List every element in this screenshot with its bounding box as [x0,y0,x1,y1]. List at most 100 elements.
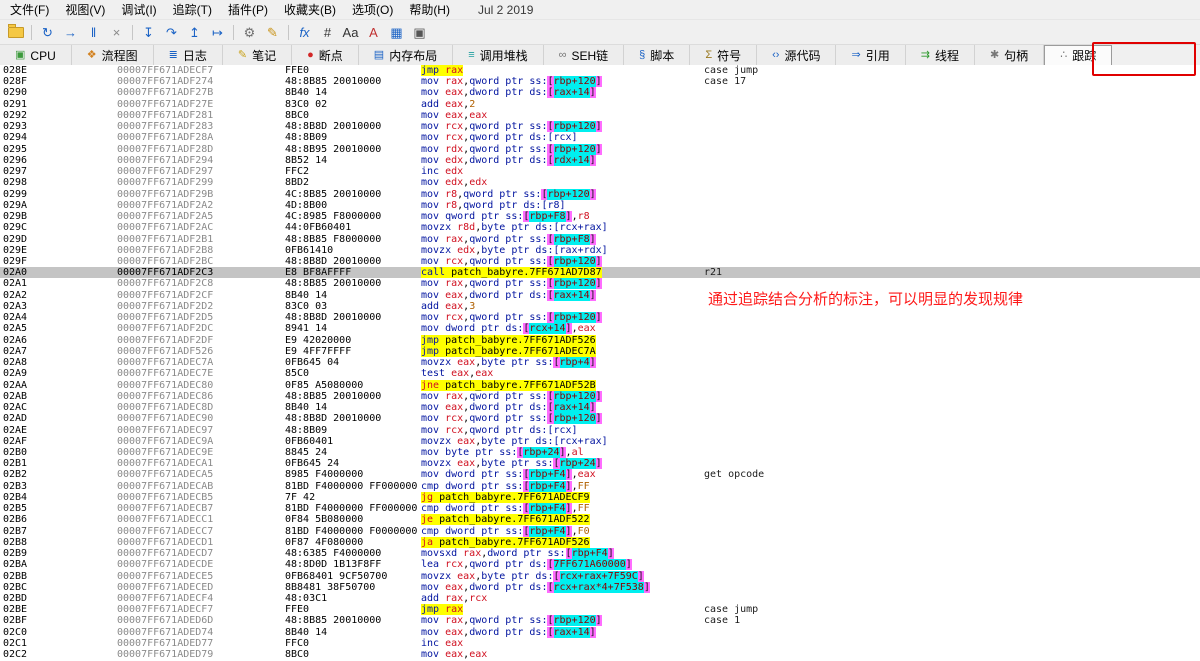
trace-address-cell: 00007FF671ADF2B8 [117,244,214,256]
execute-till-return-icon[interactable]: ↦ [206,22,229,42]
table-row[interactable]: 0291 00007FF671ADF27E 83C0 02 add eax,2 [0,99,1200,110]
memory-grid-icon[interactable]: ▦ [385,22,408,42]
table-row[interactable]: 02B2 00007FF671ADECA5 8985 F4000000 mov dwo… [0,469,1200,481]
window-icon[interactable]: ▣ [408,22,431,42]
pencil-icon[interactable]: ✎ [261,22,284,42]
table-row[interactable]: 029F 00007FF671ADF2BC 48:8B8D 20010000 mov … [0,255,1200,267]
trace-disasm-cell: mov eax,dword ptr ds:[rax+14] [421,402,704,414]
table-row[interactable]: 028E 00007FF671ADECF7 FFE0 jmp rax case jump [0,65,1200,76]
table-row[interactable]: 02B1 00007FF671ADECA1 0FB645 24 movzx eax,b… [0,458,1200,470]
tab-graph[interactable]: ❖ 流程图 [71,45,154,66]
table-row[interactable]: 02AB 00007FF671ADEC86 48:8B85 20010000 mov … [0,390,1200,402]
table-row[interactable]: 02BF 00007FF671ADED6D 48:8B85 20010000 mov … [0,615,1200,627]
table-row[interactable]: 02B7 00007FF671ADECC7 81BD F4000000 F00000… [0,525,1200,537]
settings-gear-icon[interactable]: ⚙ [238,22,261,42]
disasm-token: ds: [529,289,548,301]
table-row[interactable]: 02BB 00007FF671ADECE5 0FB68401 9CF50700 mov… [0,570,1200,582]
tab-log[interactable]: ≣ 日志 [153,45,223,66]
table-row[interactable]: 029E 00007FF671ADF2B8 0FB61410 movzx edx,by… [0,245,1200,256]
table-row[interactable]: 02B4 00007FF671ADECB5 7F 42 jg patch_babyre… [0,491,1200,503]
table-row[interactable]: 0299 00007FF671ADF29B 4C:8B85 20010000 mov … [0,188,1200,200]
table-row[interactable]: 028F 00007FF671ADF274 48:8B85 20010000 mov … [0,76,1200,88]
disasm-token: ss: [499,446,518,458]
table-row[interactable]: 02A8 00007FF671ADEC7A 0FB645 04 movzx eax,b… [0,357,1200,369]
menu-item-file[interactable]: 文件(F) [2,0,57,19]
table-row[interactable]: 02BA 00007FF671ADECDE 48:8D0D 1B13F8FF lea … [0,559,1200,571]
table-row[interactable]: 0292 00007FF671ADF281 8BC0 mov eax,eax [0,110,1200,121]
tab-references[interactable]: ⇒ 引用 [836,45,906,66]
tab-script[interactable]: § 脚本 [624,45,691,66]
menu-item-plugins[interactable]: 插件(P) [220,0,276,19]
table-row[interactable]: 0290 00007FF671ADF27B 8B40 14 mov eax,dword… [0,87,1200,99]
tab-notes[interactable]: ✎ 笔记 [222,45,293,66]
table-row[interactable]: 02AA 00007FF671ADEC80 0F85 A5080000 jne pat… [0,379,1200,391]
disasm-token: patch_babyre.7FF671AD7D87 [451,267,602,279]
table-row[interactable]: 02BD 00007FF671ADECF4 48:03C1 add rax,rcx [0,593,1200,604]
step-over-icon[interactable]: ↷ [160,22,183,42]
trace-bytes-cell: E8 BF8AFFFF [285,267,352,279]
table-row[interactable]: 02A7 00007FF671ADF526 E9 4FF7FFFF jmp patch… [0,345,1200,357]
table-row[interactable]: 0298 00007FF671ADF299 8BD2 mov edx,edx [0,177,1200,188]
table-row[interactable]: 0295 00007FF671ADF28D 48:8B95 20010000 mov … [0,143,1200,155]
table-row[interactable]: 02A5 00007FF671ADF2DC 8941 14 mov dword ptr… [0,323,1200,335]
table-row[interactable]: 02B5 00007FF671ADECB7 81BD F4000000 FF0000… [0,503,1200,515]
table-row[interactable]: 02A9 00007FF671ADEC7E 85C0 test eax,eax [0,368,1200,379]
table-row[interactable]: 02B3 00007FF671ADECAB 81BD F4000000 FF0000… [0,480,1200,492]
restart-icon[interactable]: ↻ [36,22,59,42]
fx-functions-icon[interactable]: fx [293,22,316,42]
tab-threads[interactable]: ⇉ 线程 [905,45,975,66]
tab-breakpoints[interactable]: ● 断点 [292,45,359,66]
tab-handles[interactable]: ✱ 句柄 [974,45,1045,66]
table-row[interactable]: 02BE 00007FF671ADECF7 FFE0 jmp rax case jump [0,604,1200,616]
table-row[interactable]: 02C2 00007FF671ADED79 8BC0 mov eax,eax [0,649,1200,660]
menu-item-view[interactable]: 视图(V) [57,0,113,19]
menu-item-debug[interactable]: 调试(I) [113,0,164,19]
table-row[interactable]: 02A0 00007FF671ADF2C3 E8 BF8AFFFF call patc… [0,267,1200,279]
table-row[interactable]: 02A4 00007FF671ADF2D5 48:8B8D 20010000 mov … [0,312,1200,324]
close-icon[interactable]: × [105,22,128,42]
table-row[interactable]: 02B8 00007FF671ADECD1 0F87 4F080000 ja patc… [0,536,1200,548]
step-into-icon[interactable]: ↧ [137,22,160,42]
trace-comment-cell [704,638,1200,649]
open-file-icon[interactable] [4,22,27,42]
table-row[interactable]: 0297 00007FF671ADF297 FFC2 inc edx [0,166,1200,177]
tab-memory-map[interactable]: ▤ 内存布局 [358,45,454,66]
table-row[interactable]: 029A 00007FF671ADF2A2 4D:8B00 mov r8,qword … [0,200,1200,211]
step-out-icon[interactable]: ↥ [183,22,206,42]
tab-seh[interactable]: ∞ SEH链 [543,45,625,66]
table-row[interactable]: 0296 00007FF671ADF294 8B52 14 mov edx,dword… [0,154,1200,166]
font-icon[interactable]: Aa [339,22,362,42]
pause-icon[interactable]: ‖ [82,22,105,42]
run-icon[interactable]: → [59,22,82,42]
menu-item-favourites[interactable]: 收藏夹(B) [276,0,344,19]
trace-bytes-cell: 48:8B8D 20010000 [285,413,382,425]
trace-bytes-cell: 44:0FB60401 [285,222,352,234]
table-row[interactable]: 02C1 00007FF671ADED77 FFC0 inc eax [0,638,1200,649]
tab-cpu[interactable]: ▣ CPU [0,45,72,66]
table-row[interactable]: 029B 00007FF671ADF2A5 4C:8985 F8000000 mov … [0,211,1200,223]
table-row[interactable]: 02AE 00007FF671ADEC97 48:8B09 mov rcx,qword… [0,425,1200,436]
table-row[interactable]: 029C 00007FF671ADF2AC 44:0FB60401 movzx r8d… [0,222,1200,233]
menu-item-options[interactable]: 选项(O) [344,0,401,19]
table-row[interactable]: 0294 00007FF671ADF28A 48:8B09 mov rcx,qword… [0,132,1200,143]
table-row[interactable]: 02B0 00007FF671ADEC9E 8845 24 mov byte ptr … [0,446,1200,458]
table-row[interactable]: 02AF 00007FF671ADEC9A 0FB60401 movzx eax,by… [0,436,1200,447]
tab-source[interactable]: ‹› 源代码 [757,45,837,66]
table-row[interactable]: 029D 00007FF671ADF2B1 48:8B85 F8000000 mov … [0,233,1200,245]
table-row[interactable]: 02C0 00007FF671ADED74 8B40 14 mov eax,dword… [0,626,1200,638]
table-row[interactable]: 02B6 00007FF671ADECC1 0F84 5B080000 je patc… [0,514,1200,526]
table-row[interactable]: 02B9 00007FF671ADECD7 48:6385 F4000000 movs… [0,548,1200,560]
table-row[interactable]: 0293 00007FF671ADF283 48:8B8D 20010000 mov … [0,121,1200,133]
trace-index-cell: 0297 [3,166,28,178]
breakpoint-icon: ● [307,49,314,61]
tab-call-stack[interactable]: ≡ 调用堆栈 [453,45,544,66]
table-row[interactable]: 02A6 00007FF671ADF2DF E9 42020000 jmp patch… [0,334,1200,346]
table-row[interactable]: 02AC 00007FF671ADEC8D 8B40 14 mov eax,dword… [0,402,1200,414]
table-row[interactable]: 02AD 00007FF671ADEC90 48:8B8D 20010000 mov … [0,413,1200,425]
table-row[interactable]: 02BC 00007FF671ADECED 8B8481 38F50700 mov e… [0,581,1200,593]
hash-icon[interactable]: # [316,22,339,42]
tab-symbols[interactable]: Σ 符号 [690,45,758,66]
menu-item-tracing[interactable]: 追踪(T) [165,0,220,19]
highlight-icon[interactable]: A [362,22,385,42]
menu-item-help[interactable]: 帮助(H) [401,0,458,19]
